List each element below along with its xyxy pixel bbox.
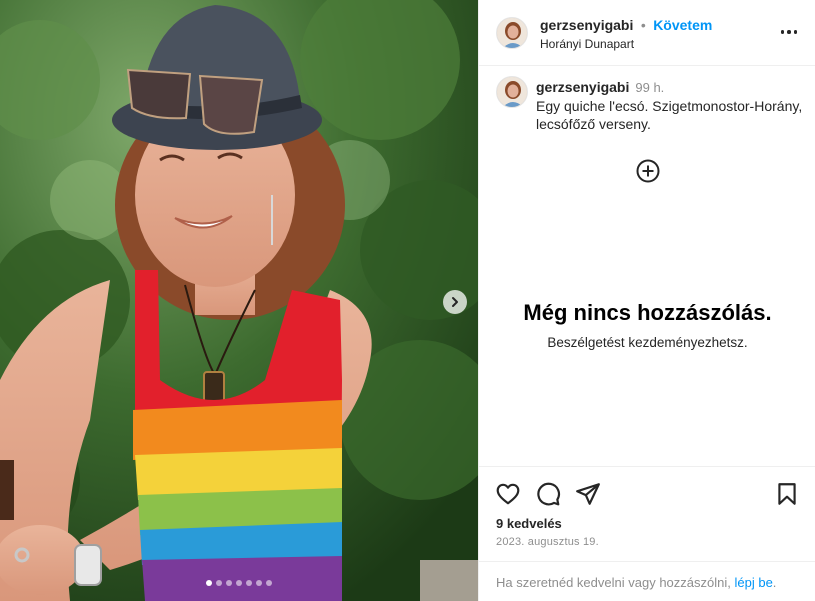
post-photo [0,0,478,601]
login-link[interactable]: lépj be [734,575,772,590]
header-separator: • [640,17,646,33]
carousel-dot [256,580,262,586]
carousel-dot [236,580,242,586]
no-comments-subtitle: Beszélgetést kezdeményezhetsz. [547,335,748,350]
avatar[interactable] [496,17,528,49]
post-side-panel: gerzsenyigabi • Követem Horányi Dunapart… [478,0,815,601]
header-location[interactable]: Horányi Dunapart [540,37,634,51]
caption-text-block: gerzsenyigabi 99 h. Egy quiche l'ecsó. Sz… [536,78,806,133]
no-comments-title: Még nincs hozzászólás. [523,300,772,325]
header-user-line: gerzsenyigabi • Követem [540,17,712,35]
comment-icon[interactable] [535,481,561,507]
likes-count[interactable]: 9 kedvelés [496,516,562,531]
caption-avatar[interactable] [496,76,528,108]
header-username[interactable]: gerzsenyigabi [540,17,633,33]
carousel-next-button[interactable] [443,290,467,314]
heart-icon[interactable] [495,481,521,507]
more-options-icon[interactable] [777,20,801,44]
chevron-right-icon [452,297,458,307]
caption-username[interactable]: gerzsenyigabi [536,79,629,95]
login-prompt-text: Ha szeretnéd kedvelni vagy hozzászólni, [496,575,731,590]
login-prompt-suffix: . [772,575,777,590]
share-icon[interactable] [575,481,601,507]
post-actions: 9 kedvelés 2023. augusztus 19. Ha szeret… [479,466,815,601]
carousel-dot [246,580,252,586]
plus-circle-icon[interactable] [635,158,661,184]
post-header: gerzsenyigabi • Követem Horányi Dunapart [479,0,815,66]
carousel-dot [226,580,232,586]
bookmark-icon[interactable] [774,481,800,507]
carousel-dot [206,580,212,586]
carousel-dot [216,580,222,586]
follow-button[interactable]: Követem [653,17,712,33]
carousel-dot [266,580,272,586]
post-media[interactable] [0,0,478,601]
caption-body: Egy quiche l'ecsó. Szigetmonostor-Horány… [536,98,803,132]
carousel-indicator [0,580,478,586]
login-prompt: Ha szeretnéd kedvelni vagy hozzászólni, … [479,561,815,601]
post-date[interactable]: 2023. augusztus 19. [496,536,599,548]
caption-time[interactable]: 99 h. [635,80,664,95]
